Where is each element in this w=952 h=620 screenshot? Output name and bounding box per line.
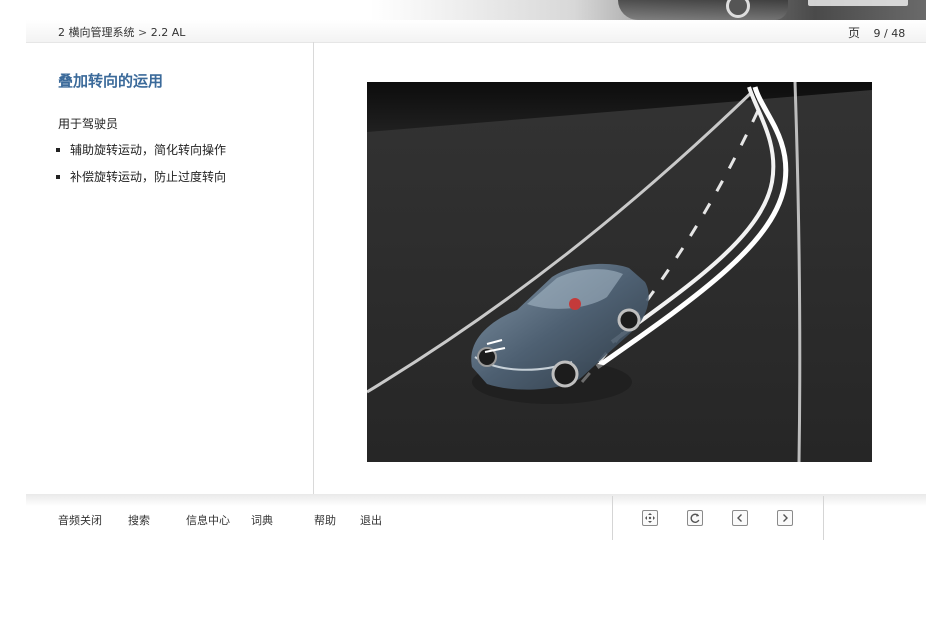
page-label: 页 (848, 26, 861, 40)
bullet-list: 辅助旋转运动，简化转向操作 补偿旋转运动，防止过度转向 (56, 142, 226, 196)
bullet-icon (56, 175, 60, 179)
page-indicator: 页 9 / 48 (848, 24, 905, 41)
list-item: 辅助旋转运动，简化转向操作 (56, 142, 226, 169)
footer-link-audio-off[interactable]: 音频关闭 (58, 512, 102, 528)
page-total: 48 (891, 27, 906, 40)
list-item: 补偿旋转运动，防止过度转向 (56, 169, 226, 196)
previous-page-button[interactable] (732, 510, 748, 526)
footer-link-search[interactable]: 搜索 (128, 512, 150, 528)
chevron-left-icon (737, 514, 742, 522)
footer-divider-right (823, 496, 824, 540)
illustration-road-car (367, 82, 872, 462)
chevron-right-icon (783, 514, 788, 522)
page-current: 9 (873, 27, 881, 40)
next-page-button[interactable] (777, 510, 793, 526)
page-divider: / (884, 27, 888, 40)
footer-link-help[interactable]: 帮助 (314, 512, 336, 528)
move-icon (645, 513, 655, 523)
header-car-image (618, 0, 788, 20)
footer-link-info-center[interactable]: 信息中心 (186, 512, 230, 528)
footer-divider-left (612, 496, 613, 540)
road-car-graphic (367, 82, 872, 462)
breadcrumb: 2 横向管理系统 > 2.2 AL (58, 24, 185, 40)
list-item-text: 辅助旋转运动，简化转向操作 (70, 143, 227, 157)
breadcrumb-section[interactable]: 2 横向管理系统 (58, 26, 135, 39)
intro-text: 用于驾驶员 (58, 117, 119, 131)
bullet-icon (56, 148, 60, 152)
header-brand-mark (808, 0, 908, 6)
footer-link-dictionary[interactable]: 词典 (251, 512, 273, 528)
move-button[interactable] (642, 510, 658, 526)
content-divider (313, 42, 314, 496)
breadcrumb-separator: > (138, 26, 148, 39)
page-title: 叠加转向的运用 (58, 72, 164, 90)
footer-link-exit[interactable]: 退出 (360, 512, 382, 528)
footer-shadow (26, 494, 926, 506)
list-item-text: 补偿旋转运动，防止过度转向 (70, 170, 227, 184)
refresh-button[interactable] (687, 510, 703, 526)
breadcrumb-current: 2.2 AL (150, 26, 186, 39)
refresh-icon (690, 513, 700, 523)
